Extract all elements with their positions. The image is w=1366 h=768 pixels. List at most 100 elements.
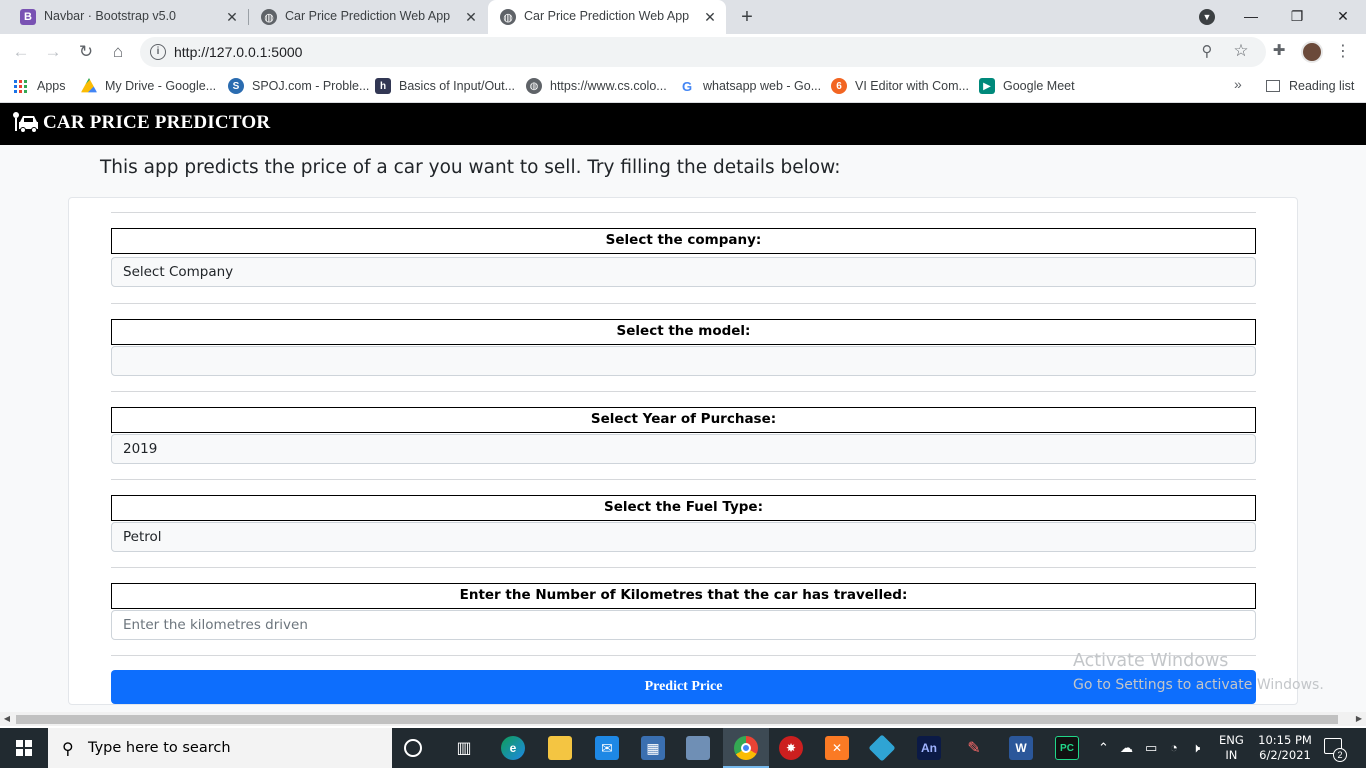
onedrive-icon[interactable]: ☁ bbox=[1120, 740, 1133, 756]
minimize-icon[interactable]: — bbox=[1238, 4, 1264, 28]
new-tab-button[interactable]: + bbox=[736, 6, 758, 28]
browser-toolbar: ← → ↻ ⌂ i http://127.0.0.1:5000 ⚲ ☆ bbox=[0, 34, 1366, 70]
horizontal-scrollbar[interactable]: ◀ ▶ bbox=[0, 712, 1366, 726]
fuel-select[interactable]: Petrol bbox=[111, 522, 1256, 552]
mail-icon[interactable]: ✉ bbox=[595, 736, 619, 760]
bookmark-label: My Drive - Google... bbox=[105, 79, 217, 93]
activate-windows-title: Activate Windows bbox=[1073, 651, 1229, 671]
search-icon: ⚲ bbox=[62, 741, 74, 758]
company-select[interactable]: Select Company bbox=[111, 257, 1256, 287]
model-label: Select the model: bbox=[111, 319, 1256, 345]
control-panel-icon[interactable] bbox=[686, 736, 710, 760]
google-meet-icon: ▶ bbox=[979, 78, 995, 94]
edge-icon[interactable]: e bbox=[501, 736, 525, 760]
extensions-icon[interactable]: ✚ bbox=[1270, 42, 1288, 60]
bookmarks-overflow-button[interactable]: » bbox=[1234, 76, 1242, 92]
tab-car-price-1[interactable]: ◍ Car Price Prediction Web App ✕ bbox=[249, 0, 487, 34]
bookmark-whatsapp[interactable]: G whatsapp web - Go... bbox=[679, 76, 821, 96]
tab-title: Navbar · Bootstrap v5.0 bbox=[44, 9, 177, 23]
bookmark-star-icon[interactable]: ☆ bbox=[1232, 42, 1250, 60]
forward-icon[interactable]: → bbox=[41, 40, 65, 64]
task-view-icon[interactable]: ▥ bbox=[452, 736, 476, 760]
region-code: IN bbox=[1225, 748, 1238, 762]
language-indicator[interactable]: ENG IN bbox=[1219, 733, 1244, 763]
zoom-icon[interactable]: ⚲ bbox=[1198, 43, 1216, 61]
company-label: Select the company: bbox=[111, 228, 1256, 254]
bookmark-label: whatsapp web - Go... bbox=[703, 79, 822, 93]
reading-list-label: Reading list bbox=[1289, 79, 1355, 93]
clock[interactable]: 10:15 PM 6/2/2021 bbox=[1255, 733, 1315, 763]
fuel-label: Select the Fuel Type: bbox=[111, 495, 1256, 521]
apps-grid-icon bbox=[14, 79, 27, 93]
xampp-icon[interactable]: ✕ bbox=[825, 736, 849, 760]
kms-input[interactable]: Enter the kilometres driven bbox=[111, 610, 1256, 640]
scroll-left-icon[interactable]: ◀ bbox=[0, 712, 14, 726]
clock-date: 6/2/2021 bbox=[1259, 748, 1311, 762]
scrollbar-thumb[interactable] bbox=[16, 715, 1338, 724]
reload-icon[interactable]: ↻ bbox=[74, 40, 98, 64]
battery-icon[interactable]: ▭ bbox=[1145, 740, 1157, 756]
prediction-form-card: Select the company: Select Company Selec… bbox=[68, 197, 1298, 705]
bookmark-label: Apps bbox=[37, 79, 66, 93]
kms-label: Enter the Number of Kilometres that the … bbox=[111, 583, 1256, 609]
bookmark-cs-colo[interactable]: ◍ https://www.cs.colo... bbox=[526, 76, 667, 96]
hackerearth-icon: h bbox=[375, 78, 391, 94]
year-label: Select Year of Purchase: bbox=[111, 407, 1256, 433]
bookmark-my-drive[interactable]: My Drive - Google... bbox=[81, 76, 216, 96]
vi-editor-icon: 6 bbox=[831, 78, 847, 94]
wifi-icon[interactable]: ◔ bbox=[1170, 740, 1178, 755]
restore-icon[interactable]: ❐ bbox=[1284, 4, 1310, 28]
model-select[interactable] bbox=[111, 346, 1256, 376]
word-icon[interactable]: W bbox=[1009, 736, 1033, 760]
close-window-icon[interactable]: ✕ bbox=[1330, 4, 1356, 28]
start-button[interactable] bbox=[0, 728, 48, 768]
site-info-icon[interactable]: i bbox=[150, 44, 166, 60]
browser-menu-icon[interactable]: ⋮ bbox=[1335, 42, 1351, 62]
bookmark-label: SPOJ.com - Proble... bbox=[252, 79, 370, 93]
bookmark-vi-editor[interactable]: 6 VI Editor with Com... bbox=[831, 76, 969, 96]
close-icon[interactable]: ✕ bbox=[463, 9, 479, 25]
globe-icon: ◍ bbox=[526, 78, 542, 94]
file-explorer-icon[interactable] bbox=[548, 736, 572, 760]
bookmark-label: Google Meet bbox=[1003, 79, 1075, 93]
reading-list-button[interactable]: Reading list bbox=[1266, 76, 1354, 96]
notification-count: 2 bbox=[1333, 748, 1347, 762]
avatar[interactable] bbox=[1301, 41, 1323, 63]
site-navbar: CAR PRICE PREDICTOR bbox=[0, 103, 1366, 145]
bookmark-spoj[interactable]: S SPOJ.com - Proble... bbox=[228, 76, 369, 96]
chrome-icon[interactable] bbox=[734, 736, 758, 760]
page-intro-text: This app predicts the price of a car you… bbox=[100, 157, 841, 178]
home-icon[interactable]: ⌂ bbox=[106, 40, 130, 64]
navbar-brand[interactable]: CAR PRICE PREDICTOR bbox=[12, 111, 270, 135]
tab-navbar-bootstrap[interactable]: B Navbar · Bootstrap v5.0 ✕ bbox=[8, 0, 248, 34]
tab-title: Car Price Prediction Web App bbox=[524, 9, 690, 23]
windows-taskbar: ⚲ Type here to search ▥ e ✉ ▦ ✸ ✕ An ✎ W… bbox=[0, 728, 1366, 768]
close-icon[interactable]: ✕ bbox=[224, 9, 240, 25]
bookmark-label: Basics of Input/Out... bbox=[399, 79, 516, 93]
bookmark-google-meet[interactable]: ▶ Google Meet bbox=[979, 76, 1075, 96]
store-icon[interactable]: ▦ bbox=[641, 736, 665, 760]
scroll-right-icon[interactable]: ▶ bbox=[1352, 712, 1366, 726]
cortana-icon[interactable] bbox=[404, 739, 422, 757]
page-viewport: CAR PRICE PREDICTOR This app predicts th… bbox=[0, 103, 1366, 712]
pycharm-icon[interactable]: PC bbox=[1055, 736, 1079, 760]
year-select[interactable]: 2019 bbox=[111, 434, 1256, 464]
bookmark-apps[interactable]: Apps bbox=[14, 76, 66, 96]
divider bbox=[111, 303, 1256, 304]
url-text[interactable]: http://127.0.0.1:5000 bbox=[174, 44, 302, 60]
paint-icon[interactable]: ✎ bbox=[962, 736, 986, 760]
volume-muted-icon[interactable]: 🕨 bbox=[1192, 740, 1200, 756]
tab-car-price-active[interactable]: ◍ Car Price Prediction Web App ✕ bbox=[488, 0, 726, 34]
app-red-icon[interactable]: ✸ bbox=[779, 736, 803, 760]
app-blue-diamond-icon[interactable] bbox=[868, 734, 896, 762]
bootstrap-icon: B bbox=[20, 9, 36, 25]
animate-icon[interactable]: An bbox=[917, 736, 941, 760]
spoj-icon: S bbox=[228, 78, 244, 94]
taskbar-search[interactable]: ⚲ Type here to search bbox=[48, 728, 392, 768]
close-icon[interactable]: ✕ bbox=[702, 9, 718, 25]
tab-search-icon[interactable]: ▼ bbox=[1199, 9, 1215, 25]
bookmark-basics-io[interactable]: h Basics of Input/Out... bbox=[375, 76, 515, 96]
back-icon[interactable]: ← bbox=[9, 40, 33, 64]
tray-chevron-icon[interactable]: ⌃ bbox=[1098, 740, 1109, 756]
address-bar[interactable]: i http://127.0.0.1:5000 ⚲ ☆ bbox=[140, 37, 1266, 67]
